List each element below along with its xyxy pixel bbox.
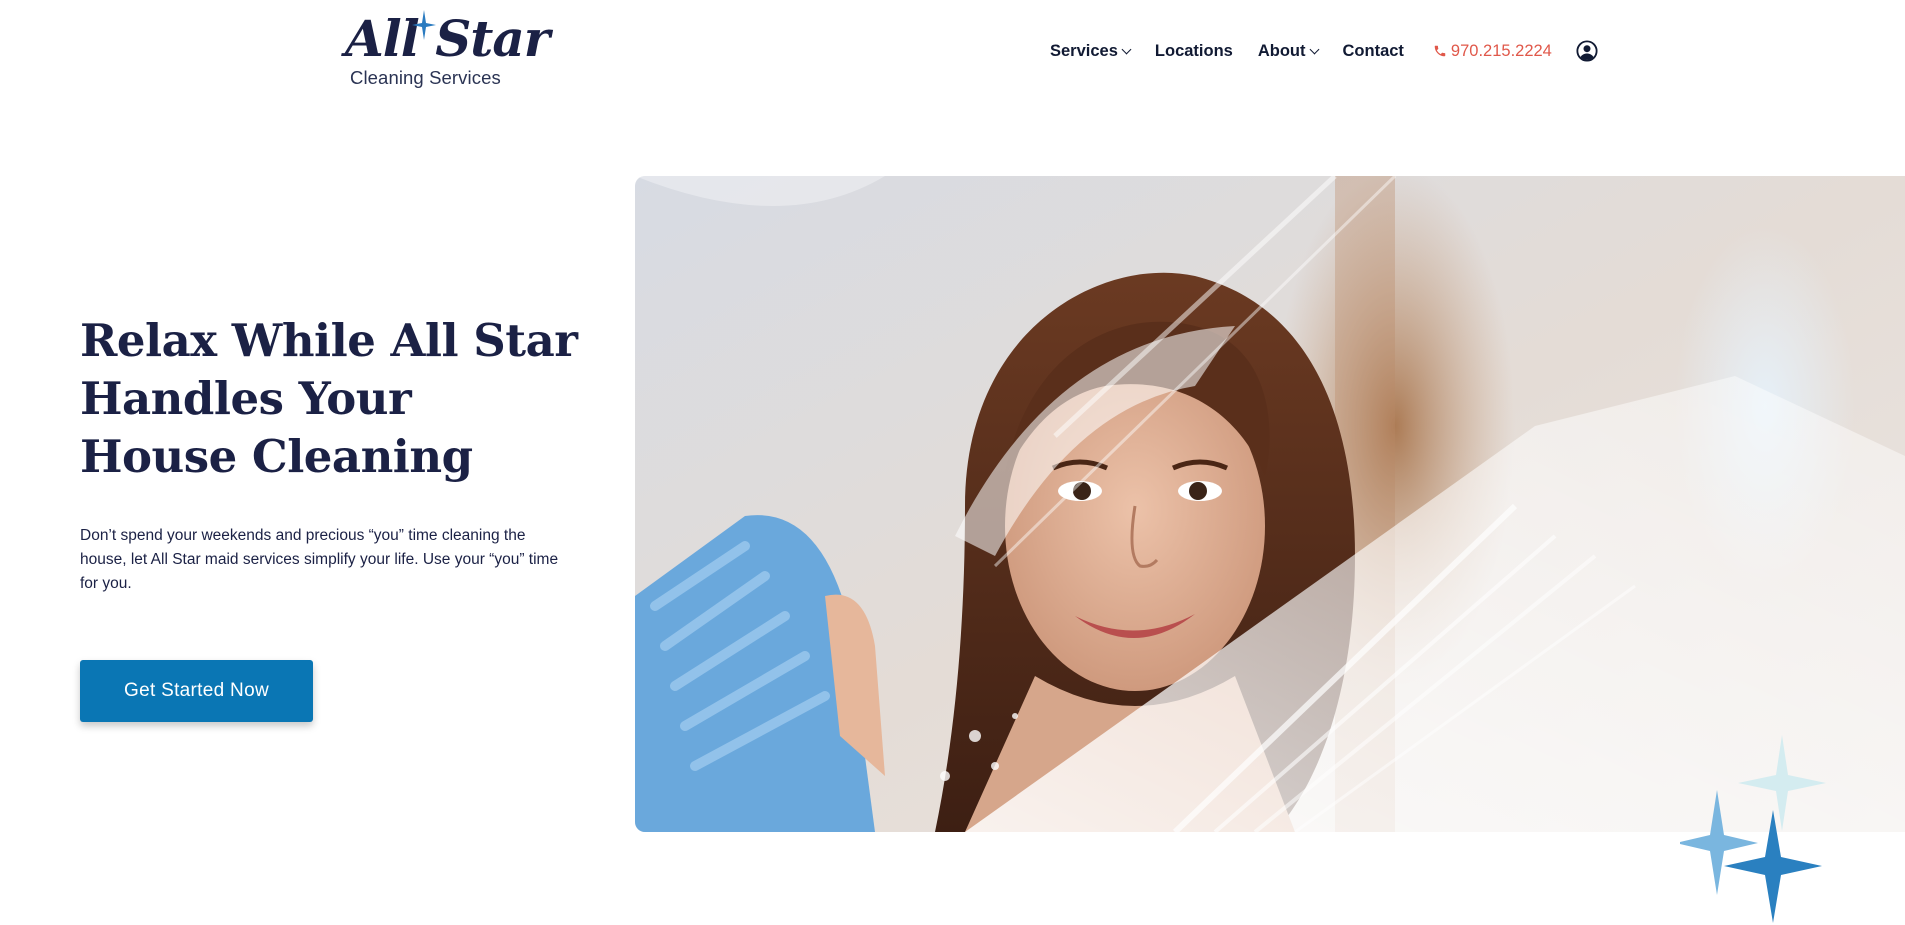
site-logo[interactable]: All Star Cleaning Services — [345, 10, 550, 94]
main-nav: Services Locations About Contact 970.215… — [1050, 38, 1598, 64]
nav-item-label: Locations — [1154, 41, 1233, 60]
hero-description: Don’t spend your weekends and precious “… — [80, 527, 559, 592]
chevron-down-icon — [1121, 44, 1132, 54]
site-header: All Star Cleaning Services Services Loca… — [0, 0, 1905, 110]
nav-item-about[interactable]: About — [1257, 41, 1319, 61]
nav-item-label: About — [1257, 41, 1306, 60]
page: All Star Cleaning Services Services Loca… — [0, 0, 1905, 925]
phone-link[interactable]: 970.215.2224 — [1433, 42, 1552, 61]
hero-image — [635, 176, 1905, 832]
hero-title: Relax While All Star Handles Your House … — [80, 314, 578, 483]
phone-number: 970.215.2224 — [1450, 41, 1552, 60]
chevron-down-icon — [1309, 44, 1319, 54]
woman-cleaning-mirror-photo — [635, 176, 1905, 832]
logo-main-text: All Star — [345, 9, 550, 68]
logo-sub-text: Cleaning Services — [350, 67, 501, 88]
nav-item-contact[interactable]: Contact — [1343, 42, 1404, 61]
sparkles-icon — [1680, 735, 1826, 923]
logo-star-icon — [412, 10, 436, 40]
account-icon[interactable] — [1576, 40, 1598, 62]
get-started-button[interactable]: Get Started Now — [80, 660, 313, 722]
phone-icon — [1434, 45, 1446, 57]
nav-item-services[interactable]: Services — [1050, 41, 1132, 61]
nav-item-label: Contact — [1342, 41, 1404, 60]
nav-item-label: Services — [1050, 41, 1118, 60]
nav-item-locations[interactable]: Locations — [1155, 42, 1233, 61]
